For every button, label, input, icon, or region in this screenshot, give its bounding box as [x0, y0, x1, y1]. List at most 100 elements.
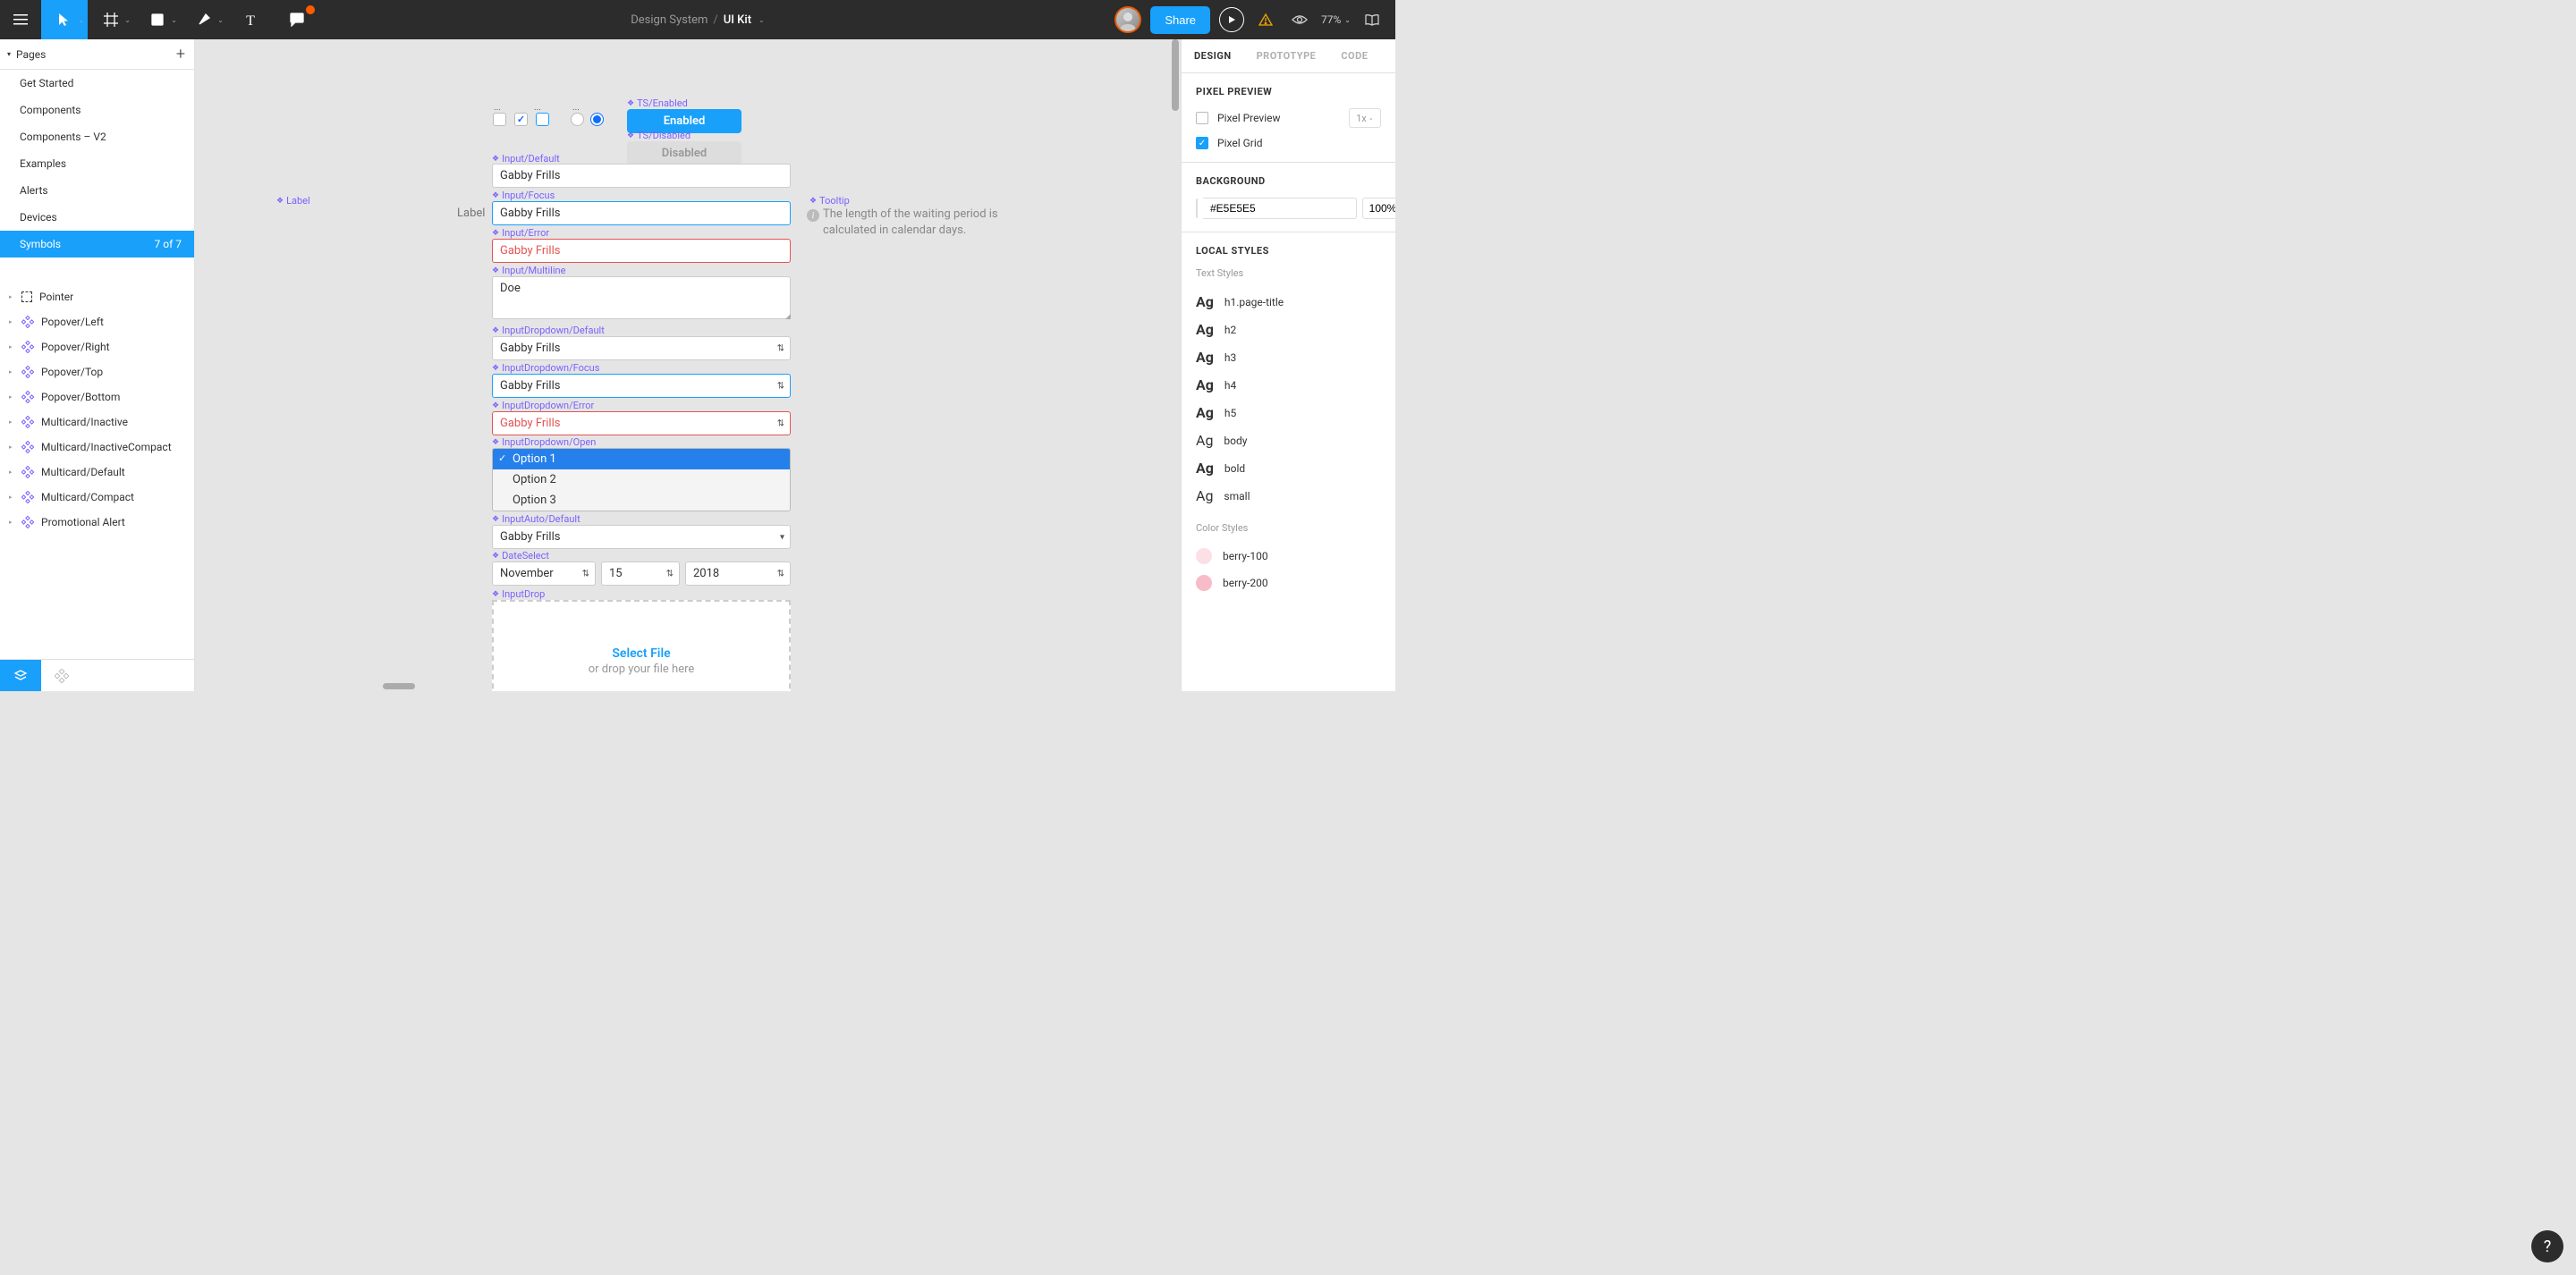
scrollbar-horizontal[interactable]	[383, 683, 415, 689]
frame-label[interactable]: Label	[276, 195, 310, 207]
dropzone-primary: Select File	[494, 646, 789, 661]
pixel-preview-scale[interactable]: 1x⌄	[1349, 108, 1381, 128]
present-button[interactable]	[1219, 7, 1244, 32]
caret-right-icon: ▸	[9, 318, 14, 325]
warning-icon[interactable]	[1253, 7, 1278, 32]
page-item[interactable]: Examples	[0, 150, 194, 177]
layer-item[interactable]: ▸ Multicard/Inactive	[0, 410, 194, 435]
text-tool[interactable]: T	[227, 0, 274, 39]
pen-tool[interactable]: ⌄	[181, 0, 227, 39]
layers-tab[interactable]	[0, 660, 41, 691]
date-month[interactable]: November⇅	[492, 562, 596, 586]
tab-design[interactable]: DESIGN	[1182, 39, 1244, 72]
page-item[interactable]: Devices	[0, 204, 194, 231]
page-item[interactable]: Alerts	[0, 177, 194, 204]
layer-item[interactable]: ▸ Multicard/Compact	[0, 485, 194, 510]
page-item[interactable]: Components – V2	[0, 123, 194, 150]
frame-label[interactable]: InputDrop	[492, 588, 545, 600]
color-style-row[interactable]: berry-100	[1196, 543, 1381, 570]
layer-item[interactable]: ▸ Popover/Top	[0, 359, 194, 384]
background-hex-input[interactable]	[1203, 198, 1357, 219]
dropdown-default[interactable]: Gabby Frills⇅	[492, 336, 791, 360]
add-page-button[interactable]: +	[176, 45, 185, 63]
checkbox-focus[interactable]	[536, 113, 549, 126]
layer-item[interactable]: ▸ Popover/Right	[0, 334, 194, 359]
color-style-row[interactable]: berry-200	[1196, 570, 1381, 596]
layer-item[interactable]: ▸ Popover/Bottom	[0, 384, 194, 410]
dropdown-focus[interactable]: Gabby Frills⇅	[492, 374, 791, 398]
dropdown-option[interactable]: Option 3	[493, 490, 790, 511]
text-style-row[interactable]: Agh4	[1196, 371, 1381, 399]
comment-tool[interactable]	[274, 0, 320, 39]
frame-label[interactable]: InputDropdown/Open	[492, 436, 596, 448]
dropdown-option[interactable]: Option 2	[493, 469, 790, 490]
visibility-icon[interactable]	[1287, 7, 1312, 32]
canvas[interactable]: ... ... ... TS/Enabled Enabled TS/Disabl…	[195, 39, 1181, 691]
frame-label[interactable]: Input/Multiline	[492, 265, 565, 276]
component-icon	[21, 441, 34, 453]
frame-label[interactable]: TS/Enabled	[627, 97, 688, 109]
pixel-grid-label: Pixel Grid	[1217, 137, 1263, 149]
input-error[interactable]: Gabby Frills	[492, 239, 791, 263]
menu-button[interactable]	[0, 0, 41, 39]
resize-handle-icon[interactable]	[785, 314, 791, 319]
text-style-row[interactable]: Agh5	[1196, 399, 1381, 426]
frame-label[interactable]: InputDropdown/Error	[492, 400, 594, 411]
help-button[interactable]: ?	[2531, 1230, 2563, 1262]
input-focus[interactable]: Gabby Frills	[492, 201, 791, 225]
text-style-row[interactable]: Agh2	[1196, 316, 1381, 343]
dropdown-open[interactable]: Option 1 Option 2 Option 3	[492, 448, 791, 511]
text-style-row[interactable]: Agh3	[1196, 343, 1381, 371]
frame-label[interactable]: InputDropdown/Focus	[492, 362, 599, 374]
dropdown-error[interactable]: Gabby Frills⇅	[492, 411, 791, 435]
date-day[interactable]: 15⇅	[601, 562, 680, 586]
layer-item[interactable]: ▸ Multicard/InactiveCompact	[0, 435, 194, 460]
layer-item[interactable]: ▸ Promotional Alert	[0, 510, 194, 535]
pixel-grid-checkbox[interactable]	[1196, 137, 1208, 149]
layer-item[interactable]: ▸ Popover/Left	[0, 309, 194, 334]
dropzone[interactable]: Select File or drop your file here	[492, 600, 791, 691]
input-auto[interactable]: Gabby Frills▾	[492, 525, 791, 549]
tab-prototype[interactable]: PROTOTYPE	[1244, 39, 1329, 72]
frame-label[interactable]: DateSelect	[492, 550, 549, 562]
tab-code[interactable]: CODE	[1328, 39, 1380, 72]
layer-item[interactable]: ▸ Multicard/Default	[0, 460, 194, 485]
frame-label[interactable]: InputAuto/Default	[492, 513, 580, 525]
text-style-row[interactable]: Agsmall	[1196, 482, 1381, 510]
input-multiline[interactable]: Doe	[492, 276, 791, 319]
scrollbar-vertical[interactable]	[1172, 39, 1179, 111]
caret-down-icon[interactable]: ▾	[7, 50, 11, 58]
share-button[interactable]: Share	[1150, 6, 1210, 34]
move-tool[interactable]: ⌄	[41, 0, 88, 39]
radio-checked[interactable]	[590, 113, 604, 126]
frame-label[interactable]: Input/Error	[492, 227, 549, 239]
frame-label[interactable]: Tooltip	[809, 195, 850, 207]
text-style-row[interactable]: Agbody	[1196, 426, 1381, 454]
date-year[interactable]: 2018⇅	[685, 562, 791, 586]
checkbox-checked[interactable]	[514, 113, 528, 126]
page-item-active[interactable]: Symbols 7 of 7	[0, 231, 194, 258]
frame-label[interactable]: InputDropdown/Default	[492, 325, 605, 336]
frame-tool[interactable]: ⌄	[88, 0, 134, 39]
layer-item[interactable]: ▸ Pointer	[0, 284, 194, 309]
page-item[interactable]: Get Started	[0, 70, 194, 97]
component-icon	[21, 516, 34, 528]
text-style-row[interactable]: Agh1.page-title	[1196, 288, 1381, 316]
page-item[interactable]: Components	[0, 97, 194, 123]
library-icon[interactable]	[1360, 7, 1385, 32]
checkbox-unchecked[interactable]	[493, 113, 506, 126]
background-opacity-input[interactable]	[1362, 198, 1395, 219]
zoom-control[interactable]: 77% ⌄	[1321, 13, 1351, 26]
frame-label[interactable]: TS/Disabled	[627, 130, 691, 141]
avatar[interactable]	[1114, 6, 1141, 33]
radio-unchecked[interactable]	[571, 113, 584, 126]
pixel-preview-checkbox[interactable]	[1196, 112, 1208, 124]
input-default[interactable]: Gabby Frills	[492, 164, 791, 188]
frame-label[interactable]: Input/Focus	[492, 190, 555, 201]
breadcrumb[interactable]: Design System / UI Kit ⌄	[631, 13, 764, 27]
shape-tool[interactable]: ⌄	[134, 0, 181, 39]
text-style-row[interactable]: Agbold	[1196, 454, 1381, 482]
dropdown-option[interactable]: Option 1	[493, 449, 790, 469]
color-swatch[interactable]	[1196, 198, 1198, 218]
assets-tab[interactable]	[41, 660, 82, 691]
